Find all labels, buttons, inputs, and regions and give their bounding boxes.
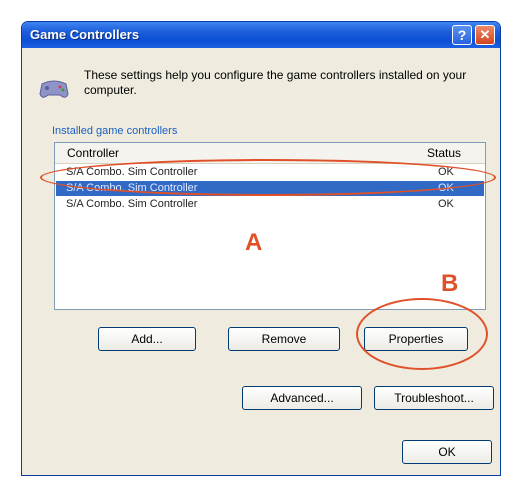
help-button[interactable]: ?	[452, 25, 472, 45]
annotation-label-b: B	[441, 270, 459, 297]
ok-button[interactable]: OK	[402, 440, 492, 464]
troubleshoot-button[interactable]: Troubleshoot...	[374, 386, 494, 410]
annotation-label-a: A	[245, 229, 263, 256]
window-title: Game Controllers	[30, 27, 140, 42]
advanced-button[interactable]: Advanced...	[242, 386, 362, 410]
column-header-status[interactable]: Status	[427, 146, 461, 160]
game-controller-icon	[38, 76, 70, 102]
annotation-ellipse-a	[40, 159, 496, 196]
installed-controllers-label: Installed game controllers	[52, 125, 178, 137]
description-text: These settings help you configure the ga…	[84, 68, 467, 97]
controller-status: OK	[438, 198, 454, 210]
annotation-ellipse-b	[356, 298, 488, 370]
column-header-controller[interactable]: Controller	[67, 146, 119, 160]
list-item[interactable]: S/A Combo. Sim Controller OK	[56, 197, 484, 212]
title-bar[interactable]: Game Controllers ? ✕	[22, 22, 500, 48]
remove-button[interactable]: Remove	[228, 327, 340, 351]
close-button[interactable]: ✕	[475, 25, 495, 45]
add-button[interactable]: Add...	[98, 327, 196, 351]
controller-name: S/A Combo. Sim Controller	[66, 198, 198, 210]
